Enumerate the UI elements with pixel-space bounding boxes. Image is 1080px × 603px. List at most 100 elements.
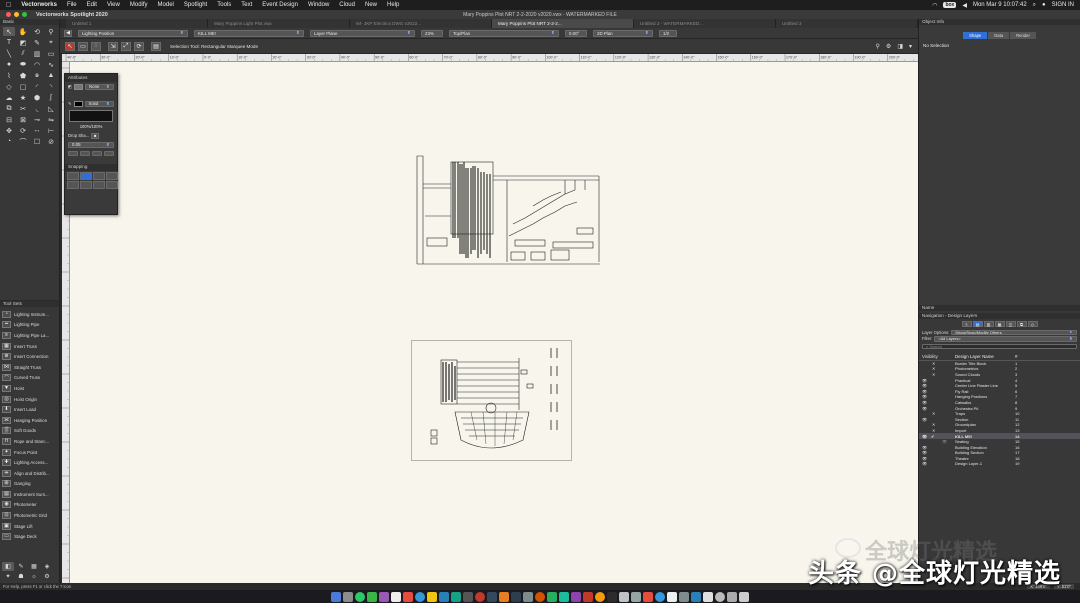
- nav-design-layers-icon[interactable]: ▤: [972, 321, 983, 327]
- opacity-value[interactable]: 100%/100%: [65, 124, 117, 131]
- dock-app-icon[interactable]: [367, 591, 377, 602]
- layer-count-field[interactable]: 1/2: [659, 29, 677, 37]
- toolset-item[interactable]: ▼ Hoist: [2, 383, 57, 394]
- tangent-arc-icon[interactable]: ◝: [45, 82, 57, 91]
- nav-symbols-icon[interactable]: ◇: [1027, 321, 1038, 327]
- toolset-dims-icon[interactable]: ✎: [15, 562, 27, 571]
- toolset-spotlight-icon[interactable]: ◧: [2, 562, 14, 571]
- end-marker-dropdown[interactable]: [92, 151, 102, 156]
- eye-icon[interactable]: 👁: [919, 400, 949, 405]
- section-drawing[interactable]: [415, 154, 605, 266]
- dock-app-icon[interactable]: [475, 591, 485, 602]
- pointer-mode-icon[interactable]: ↖: [65, 41, 75, 51]
- toolset-item[interactable]: ▭ Stage Deck: [2, 531, 57, 542]
- toolset-item[interactable]: ▤ Instrument Sum...: [2, 489, 57, 500]
- menu-cloud[interactable]: Cloud: [339, 2, 355, 8]
- tab-render[interactable]: Render: [1010, 32, 1036, 39]
- snap-settings-icon[interactable]: ⚲: [876, 43, 880, 50]
- spline-icon[interactable]: ∫: [45, 93, 57, 102]
- nav-references-icon[interactable]: ⧉: [1016, 321, 1027, 327]
- dock-app-icon[interactable]: [727, 591, 737, 602]
- menu-app-name[interactable]: Vectorworks: [21, 2, 57, 8]
- connect-icon[interactable]: ⊸: [31, 115, 43, 124]
- eye-icon[interactable]: 👁: [919, 461, 949, 466]
- thickness-dropdown[interactable]: 0.05 ⬍: [68, 141, 114, 148]
- zoom-window-button[interactable]: [22, 12, 27, 17]
- attribute-icon[interactable]: ◩: [17, 38, 29, 47]
- tab-data[interactable]: Data: [988, 32, 1010, 39]
- reshape-icon[interactable]: ⌖: [45, 38, 57, 47]
- nav-classes-icon[interactable]: ≡: [961, 321, 972, 327]
- dock-app-icon[interactable]: [427, 591, 437, 602]
- toolset-item[interactable]: ━ Lighting Pipe: [2, 320, 57, 331]
- text-icon[interactable]: T: [3, 38, 15, 47]
- menu-model[interactable]: Model: [158, 2, 174, 8]
- box-icon[interactable]: box: [943, 2, 957, 8]
- snap-working-plane-button[interactable]: [106, 181, 118, 189]
- eye-icon[interactable]: 👁: [919, 445, 949, 450]
- snap-distance-button[interactable]: [67, 181, 79, 189]
- tape-icon[interactable]: ⌒: [17, 137, 29, 146]
- toolset-item[interactable]: ⊓ Rope and Stanc...: [2, 436, 57, 447]
- dock-app-icon[interactable]: [679, 591, 689, 602]
- snap-surface-button[interactable]: [93, 181, 105, 189]
- toolset-building-icon[interactable]: ▦: [28, 562, 40, 571]
- dock-app-icon[interactable]: [559, 591, 569, 602]
- plan-drawing[interactable]: [411, 340, 572, 461]
- menu-text[interactable]: Text: [241, 2, 252, 8]
- toolset-item[interactable]: ⬇ Insert Load: [2, 404, 57, 415]
- eye-icon[interactable]: 👁: [919, 450, 949, 455]
- tab-document[interactable]: Untitled 3: [776, 19, 918, 28]
- chamfer-icon[interactable]: ◺: [45, 104, 57, 113]
- spiral-icon[interactable]: ๑: [31, 71, 43, 80]
- rotate-mode-icon[interactable]: ⟳: [134, 41, 144, 51]
- move-icon[interactable]: ✥: [3, 126, 15, 135]
- dock-app-icon[interactable]: [523, 591, 533, 602]
- hidden-layer-icon[interactable]: ✕: [919, 422, 949, 427]
- toolset-visualize-icon[interactable]: ☼: [28, 572, 40, 581]
- eye-icon[interactable]: 👁: [919, 406, 949, 411]
- menu-window[interactable]: Window: [308, 2, 329, 8]
- menu-tools[interactable]: Tools: [217, 2, 231, 8]
- eye-icon[interactable]: 👁: [919, 417, 949, 422]
- preferences-icon[interactable]: ▤: [151, 41, 161, 51]
- saved-view-icon[interactable]: ◨: [897, 43, 903, 50]
- measure-icon[interactable]: ⊢: [45, 126, 57, 135]
- dock-app-icon[interactable]: [355, 591, 365, 602]
- menu-new[interactable]: New: [365, 2, 377, 8]
- nav-saved-views-icon[interactable]: ◫: [1005, 321, 1016, 327]
- tab-document[interactable]: Untitled 1: [66, 19, 208, 28]
- dock-app-icon[interactable]: [403, 591, 413, 602]
- polygon-icon[interactable]: ⬟: [17, 71, 29, 80]
- horizontal-ruler[interactable]: 40'-0" 30'-0" 20'-0" 10'-0" 0'-0" 10'-0" 20'-0…: [62, 54, 918, 62]
- start-marker-dropdown[interactable]: [68, 151, 78, 156]
- tab-document[interactable]: IM- JKP Electrics DWG v2022...: [350, 19, 492, 28]
- dock-app-icon[interactable]: [655, 591, 665, 602]
- toolset-item[interactable]: ⋈ Straight Truss: [2, 362, 57, 373]
- arc-icon[interactable]: ◠: [31, 60, 43, 69]
- fill-dropdown[interactable]: None ⬍: [84, 83, 114, 90]
- signin-link[interactable]: SIGN IN: [1052, 2, 1074, 8]
- lasso-mode-icon[interactable]: ◌: [91, 41, 101, 51]
- dock-app-icon[interactable]: [343, 591, 353, 602]
- rotate-icon[interactable]: ⟳: [17, 126, 29, 135]
- eye-icon[interactable]: 👁: [919, 383, 949, 388]
- clock[interactable]: Mon Mar 9 10:07:42: [973, 2, 1027, 8]
- dock-app-icon[interactable]: [667, 591, 677, 602]
- toolset-item[interactable]: ▦ Insert Truss: [2, 341, 57, 352]
- plane-dropdown[interactable]: Layer Plane ⬍: [310, 29, 415, 37]
- hidden-layer-icon[interactable]: ✕: [919, 366, 949, 371]
- quarter-arc-icon[interactable]: ◜: [31, 82, 43, 91]
- nav-sheet-layers-icon[interactable]: ▥: [983, 321, 994, 327]
- mid-marker-dropdown[interactable]: [80, 151, 90, 156]
- zoom-icon[interactable]: ⚲: [45, 27, 57, 36]
- star-icon[interactable]: ★: [17, 93, 29, 102]
- move-mode-icon[interactable]: ⇲: [108, 41, 118, 51]
- marker-options-dropdown[interactable]: [104, 151, 114, 156]
- dock-app-icon[interactable]: [439, 591, 449, 602]
- dock-app-icon[interactable]: [391, 591, 401, 602]
- dock-app-icon[interactable]: [463, 591, 473, 602]
- dock-app-icon[interactable]: [547, 591, 557, 602]
- rectangle-icon[interactable]: ▭: [45, 49, 57, 58]
- nav-viewports-icon[interactable]: ▦: [994, 321, 1005, 327]
